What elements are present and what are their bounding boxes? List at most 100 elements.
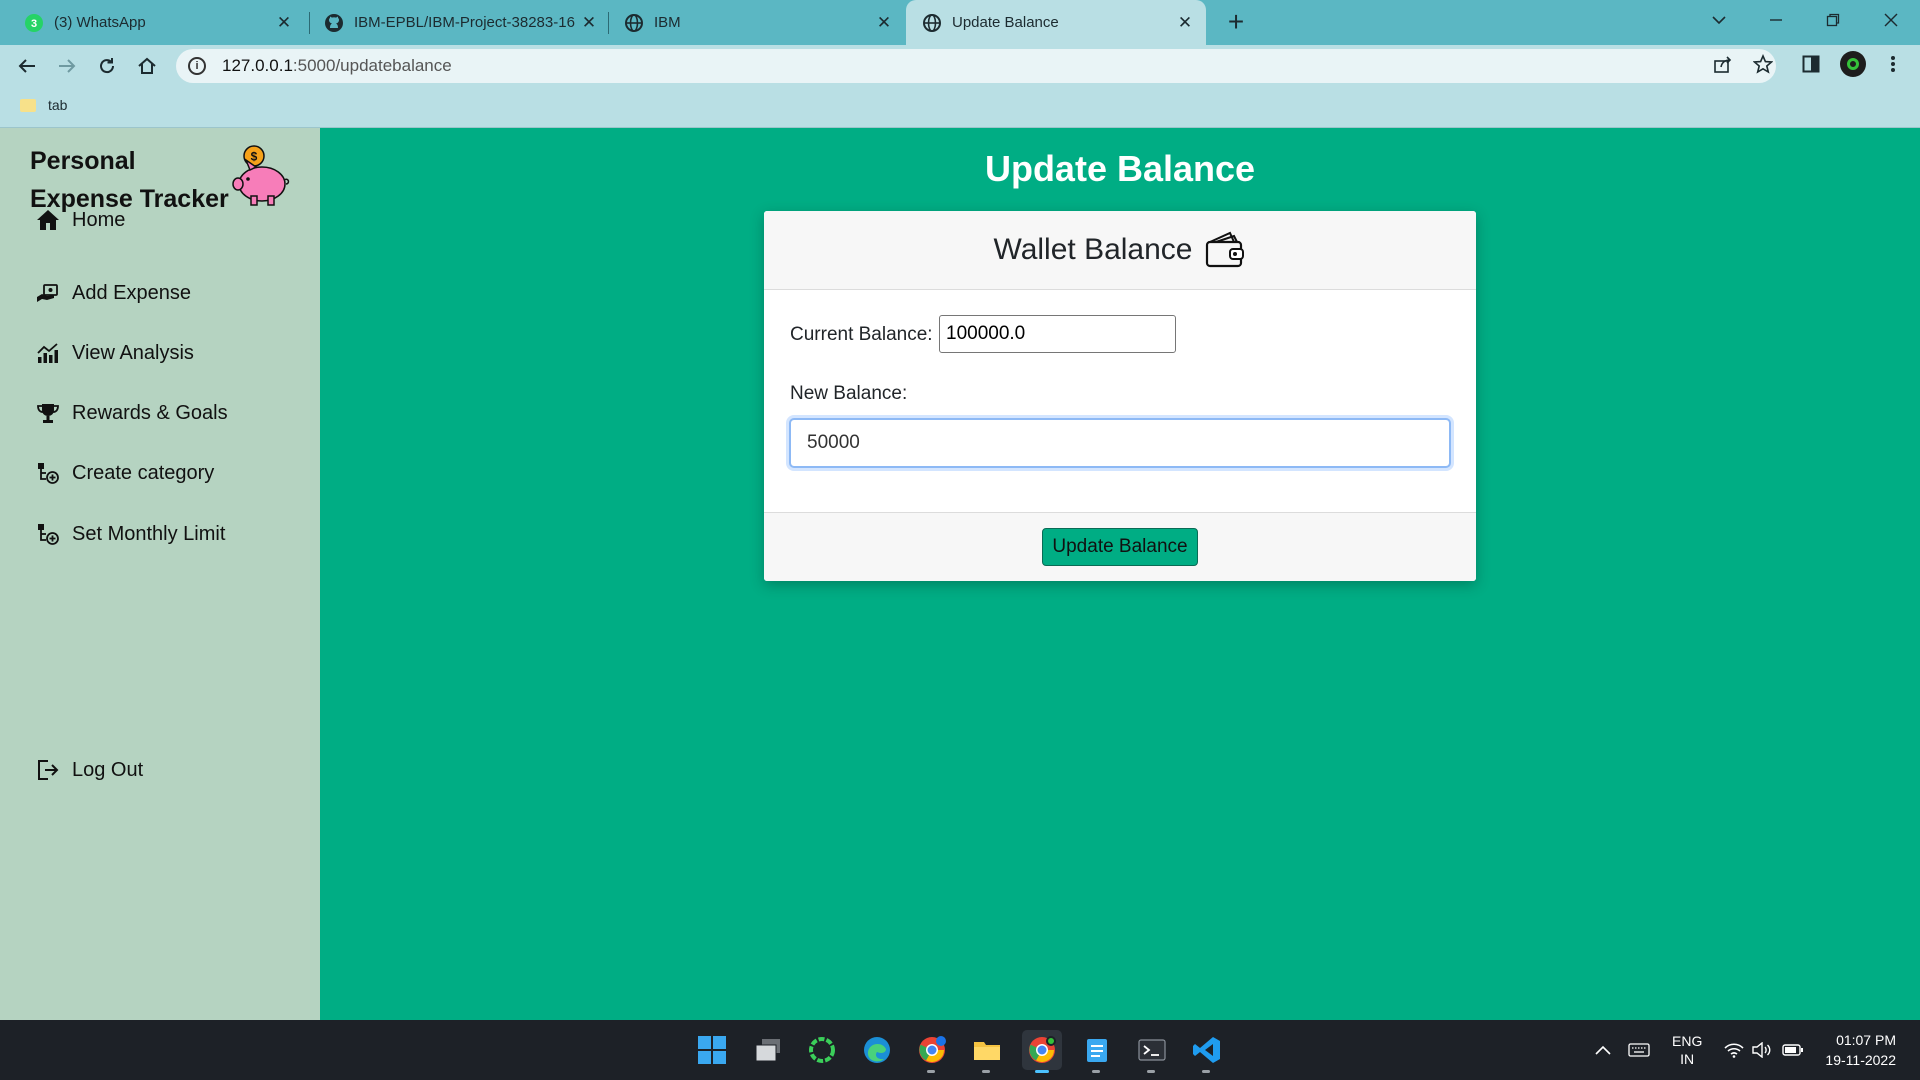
- taskbar: ENG IN 01:07 PM 19-11-2022: [0, 1020, 1920, 1080]
- sidebar-item-view-analysis[interactable]: View Analysis: [34, 339, 194, 367]
- start-icon[interactable]: [692, 1030, 732, 1070]
- file-explorer-icon[interactable]: [967, 1030, 1007, 1073]
- close-tab-icon[interactable]: ✕: [271, 13, 297, 33]
- sidebar-item-home[interactable]: Home: [34, 206, 125, 234]
- running-indicator: [927, 1070, 935, 1073]
- svg-text:3: 3: [31, 18, 37, 30]
- svg-text:$: $: [251, 150, 258, 164]
- add-expense-icon: [34, 279, 62, 307]
- close-window-icon[interactable]: [1866, 0, 1916, 40]
- running-indicator: [1147, 1070, 1155, 1073]
- github-icon: [324, 13, 344, 33]
- edge-icon[interactable]: [857, 1030, 897, 1070]
- limit-icon: [34, 520, 62, 548]
- chrome-profile-icon[interactable]: [912, 1030, 952, 1073]
- category-icon: [34, 459, 62, 487]
- sidebar-item-label: Create category: [72, 461, 215, 484]
- sidebar-item-rewards-goals[interactable]: Rewards & Goals: [34, 399, 228, 427]
- bookmark-label: tab: [48, 97, 68, 113]
- folder-icon: [20, 98, 36, 112]
- volume-icon[interactable]: [1752, 1020, 1772, 1080]
- card-body: Current Balance: New Balance:: [764, 290, 1476, 512]
- tray-overflow-icon[interactable]: [1594, 1020, 1612, 1080]
- system-clock[interactable]: 01:07 PM 19-11-2022: [1825, 1030, 1896, 1070]
- language-indicator[interactable]: ENG IN: [1672, 1020, 1702, 1080]
- tab-strip: 3 (3) WhatsApp ✕ IBM-EPBL/IBM-Project-38…: [0, 0, 1920, 45]
- new-balance-field[interactable]: [789, 418, 1451, 468]
- site-info-icon[interactable]: i: [188, 57, 206, 75]
- tab-search-icon[interactable]: [1694, 0, 1744, 40]
- keyboard-icon[interactable]: [1628, 1020, 1650, 1080]
- battery-icon[interactable]: [1782, 1020, 1804, 1080]
- home-browser-icon[interactable]: [130, 49, 164, 83]
- tab-title: IBM: [654, 14, 681, 31]
- wallet-icon: [1206, 231, 1245, 268]
- browser-toolbar: i 127.0.0.1:5000/updatebalance: [0, 45, 1920, 87]
- new-tab-button[interactable]: +: [1220, 6, 1252, 38]
- sidebar-item-label: Home: [72, 208, 126, 231]
- new-balance-label: New Balance:: [790, 383, 908, 404]
- logout-label: Log Out: [72, 758, 144, 781]
- globe-icon: [922, 13, 942, 33]
- page-title: Update Balance: [984, 148, 1256, 189]
- side-panel-icon[interactable]: [1796, 49, 1826, 79]
- tab-title: IBM-EPBL/IBM-Project-38283-16: [354, 14, 575, 31]
- forward-icon[interactable]: [50, 49, 84, 83]
- card-header: Wallet Balance: [764, 211, 1476, 290]
- tab-ibm[interactable]: IBM ✕: [610, 0, 905, 45]
- bookmark-folder[interactable]: tab: [20, 97, 67, 113]
- logout-button[interactable]: Log Out: [34, 756, 143, 784]
- sidebar-item-label: View Analysis: [72, 341, 194, 364]
- bookmark-star-icon[interactable]: [1748, 49, 1778, 79]
- bookmarks-bar: tab: [0, 87, 1920, 128]
- close-tab-icon[interactable]: ✕: [871, 13, 897, 33]
- terminal-icon[interactable]: [1132, 1030, 1172, 1073]
- sidebar-item-label: Set Monthly Limit: [72, 522, 226, 545]
- vscode-icon[interactable]: [1187, 1030, 1227, 1073]
- sidebar-item-set-monthly-limit[interactable]: Set Monthly Limit: [34, 520, 225, 548]
- running-indicator: [1092, 1070, 1100, 1073]
- tab-title: Update Balance: [952, 14, 1059, 31]
- wallet-card: Wallet Balance Current Balance: New Bala…: [764, 211, 1476, 581]
- back-icon[interactable]: [10, 49, 44, 83]
- minimize-icon[interactable]: [1751, 0, 1801, 40]
- extension-icon[interactable]: [1838, 49, 1868, 79]
- notepad-icon[interactable]: [1077, 1030, 1117, 1073]
- running-indicator: [982, 1070, 990, 1073]
- update-balance-button[interactable]: Update Balance: [1042, 528, 1198, 566]
- ring-app-icon[interactable]: [802, 1030, 842, 1070]
- sidebar-item-create-category[interactable]: Create category: [34, 459, 214, 487]
- whatsapp-icon: 3: [24, 13, 44, 33]
- chrome-icon[interactable]: [1022, 1030, 1062, 1073]
- restore-icon[interactable]: [1808, 0, 1858, 40]
- tab-update-balance[interactable]: Update Balance ✕: [906, 0, 1206, 45]
- running-indicator: [1202, 1070, 1210, 1073]
- chart-icon: [34, 339, 62, 367]
- close-tab-icon[interactable]: ✕: [576, 13, 602, 33]
- sidebar: Personal Expense Tracker $ Home Add Expe…: [0, 128, 320, 1020]
- tab-github[interactable]: IBM-EPBL/IBM-Project-38283-16 ✕: [308, 0, 610, 45]
- close-tab-icon[interactable]: ✕: [1172, 13, 1198, 33]
- trophy-icon: [34, 399, 62, 427]
- share-icon[interactable]: [1708, 49, 1738, 79]
- current-balance-field[interactable]: [939, 315, 1176, 353]
- more-menu-icon[interactable]: [1878, 49, 1908, 79]
- sidebar-item-add-expense[interactable]: Add Expense: [34, 279, 191, 307]
- url-text: 127.0.0.1:5000/updatebalance: [222, 56, 452, 75]
- wifi-icon[interactable]: [1724, 1020, 1744, 1080]
- task-view-icon[interactable]: [748, 1030, 788, 1070]
- home-icon: [34, 206, 62, 234]
- sidebar-item-label: Add Expense: [72, 281, 191, 304]
- card-title: Wallet Balance: [993, 233, 1193, 266]
- logout-icon: [34, 756, 62, 784]
- current-balance-label: Current Balance:: [790, 324, 933, 345]
- tab-whatsapp[interactable]: 3 (3) WhatsApp ✕: [0, 0, 305, 45]
- active-indicator: [1035, 1070, 1049, 1073]
- tab-divider: [608, 12, 609, 34]
- card-footer: Update Balance: [764, 512, 1476, 581]
- address-bar[interactable]: i 127.0.0.1:5000/updatebalance: [176, 49, 1776, 83]
- reload-icon[interactable]: [90, 49, 124, 83]
- tab-title: (3) WhatsApp: [54, 14, 146, 31]
- globe-icon: [624, 13, 644, 33]
- sidebar-item-label: Rewards & Goals: [72, 401, 228, 424]
